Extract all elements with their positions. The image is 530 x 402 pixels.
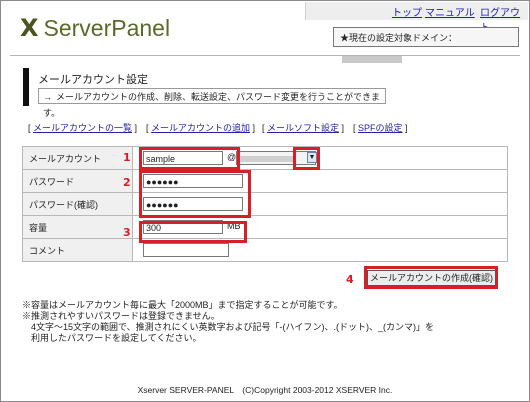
form-row-capacity: 容量 300 MB [22, 215, 508, 239]
highlight-box-account [139, 147, 240, 170]
marker-1: 1 [123, 151, 131, 164]
nav-top-link[interactable]: トップ [392, 4, 422, 19]
highlight-box-capacity [139, 221, 247, 243]
footer-copyright: Xserver SERVER-PANEL (C)Copyright 2003-2… [137, 385, 393, 395]
note-line: ※推測されやすいパスワードは登録できません。 [22, 311, 220, 321]
title-accent-bar [23, 68, 29, 106]
note-line: 4文字〜15文字の範囲で、推測されにくい英数字および記号「-(ハイフン)、.(ド… [22, 322, 434, 332]
header-divider [10, 55, 520, 56]
form-row-password-confirm: パスワード(確認) ●●●●●● [22, 192, 508, 216]
highlight-box-password [139, 170, 251, 218]
link-mail-software[interactable]: メールソフト設定 [267, 123, 339, 133]
arrow-icon: → [43, 92, 52, 102]
highlight-box-domain-select [293, 147, 320, 170]
brand-name: ServerPanel [43, 14, 171, 41]
form-row-password: パスワード ●●●●●● [22, 169, 508, 193]
account-label: メールアカウント [22, 146, 133, 170]
form-row-account: メールアカウント sample @ ▼ [22, 146, 508, 170]
password-label: パスワード [22, 169, 133, 193]
note-line: ※容量はメールアカウント毎に最大「2000MB」まで指定することが可能です。 [22, 300, 343, 310]
link-spf-settings[interactable]: SPFの設定 [358, 123, 403, 133]
current-domain-box: ★現在の設定対象ドメイン： [333, 27, 519, 63]
comment-input[interactable] [143, 243, 229, 257]
capacity-label: 容量 [22, 215, 133, 239]
logo: X ServerPanel [20, 14, 170, 42]
link-account-list[interactable]: メールアカウントの一覧 [33, 123, 132, 133]
top-navigation: トップ マニュアル ログアウト [305, 2, 528, 34]
current-domain-label: ★現在の設定対象ドメイン： [340, 33, 458, 43]
marker-2: 2 [123, 176, 131, 189]
marker-3: 3 [123, 226, 131, 239]
page-description-box: → メールアカウントの作成、削除、転送設定、パスワード変更を行うことができます。 [38, 88, 386, 118]
nav-manual-link[interactable]: マニュアル [425, 4, 475, 19]
create-account-button[interactable]: メールアカウントの作成(確認) [367, 270, 496, 286]
password-confirm-label: パスワード(確認) [22, 192, 133, 216]
redacted-domain-option [239, 156, 295, 162]
marker-4: 4 [346, 273, 354, 286]
notes: ※容量はメールアカウント毎に最大「2000MB」まで指定することが可能です。 ※… [22, 300, 434, 344]
account-form: メールアカウント sample @ ▼ パスワード ●●●●●● パスワード(確… [22, 146, 508, 262]
page-title: メールアカウント設定 [38, 74, 148, 86]
note-line: 利用したパスワードを設定してください。 [22, 333, 202, 343]
brand-mark: X [20, 14, 38, 42]
form-row-comment: コメント [22, 238, 508, 262]
link-account-add[interactable]: メールアカウントの追加 [151, 123, 250, 133]
comment-label: コメント [22, 238, 133, 262]
